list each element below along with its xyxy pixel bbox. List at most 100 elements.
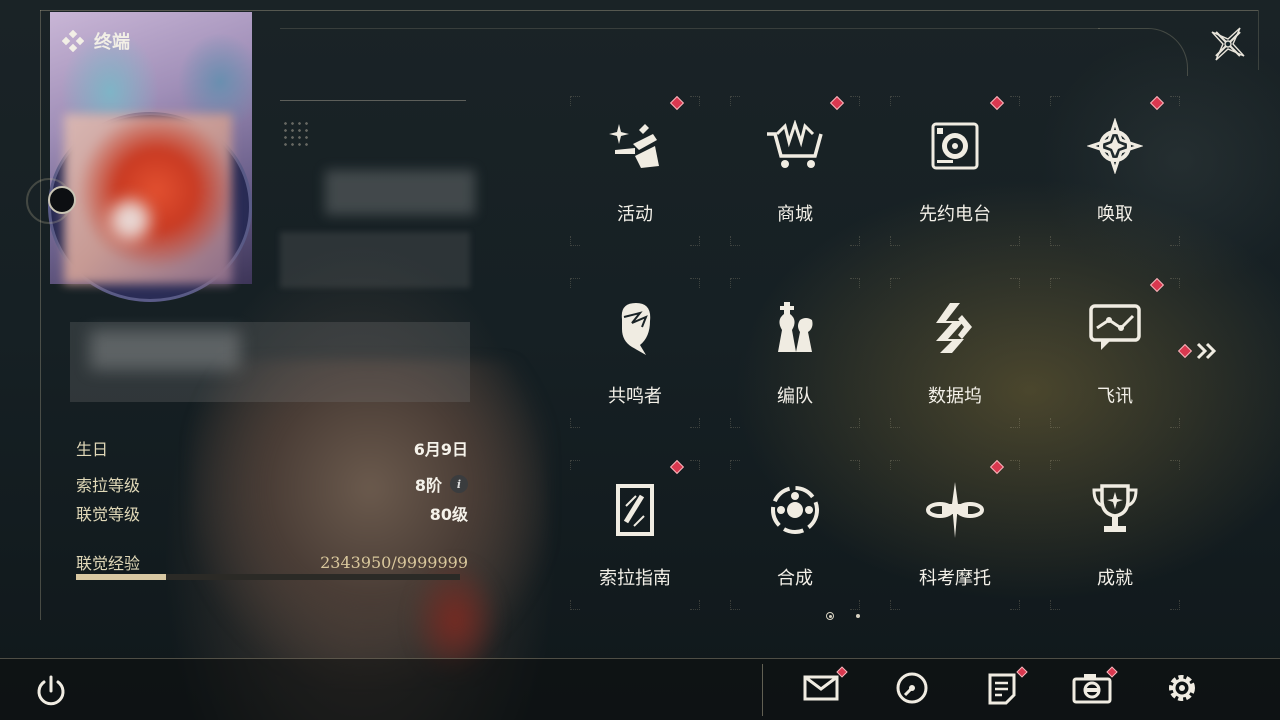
menu-item-corner — [1010, 236, 1020, 246]
info-value: 6月9日 — [413, 440, 468, 459]
bottom-bar-separator — [762, 664, 763, 716]
menu-item-8[interactable]: 飞讯 — [1050, 277, 1180, 428]
info-key: 联觉等级 — [76, 505, 141, 524]
clock-button[interactable] — [892, 670, 932, 710]
info-icon[interactable]: i — [450, 475, 468, 493]
power-icon[interactable] — [32, 672, 70, 710]
guide-book-icon — [595, 470, 675, 550]
menu-item-7[interactable]: 数据坞 — [890, 278, 1020, 428]
menu-item-corner — [1050, 236, 1060, 246]
frame-line-inner — [280, 28, 1100, 29]
chess-pieces-icon — [755, 288, 835, 368]
menu-item-corner — [1010, 278, 1020, 288]
menu-item-corner — [850, 460, 860, 470]
menu-item-3[interactable]: 先约电台 — [890, 95, 1020, 246]
radio-turntable-icon — [915, 106, 995, 186]
menu-item-corner — [890, 278, 900, 288]
menu-item-corner — [850, 236, 860, 246]
menu-item-label: 商城 — [777, 204, 813, 225]
double-chevron-right-icon — [1196, 342, 1217, 360]
player-name-redacted — [325, 170, 475, 215]
menu-item-label: 合成 — [777, 568, 813, 589]
menu-item-corner — [690, 236, 700, 246]
menu-item-label: 科考摩托 — [919, 568, 991, 589]
menu-item-1[interactable]: 活动 — [570, 95, 700, 246]
info-value: 80级 — [429, 505, 468, 524]
menu-item-corner — [890, 236, 900, 246]
player-id-redacted — [280, 232, 470, 288]
menu-item-corner — [1170, 460, 1180, 470]
chat-message-icon — [1075, 288, 1155, 368]
timeline-node-dot — [48, 186, 76, 214]
menu-item-corner — [730, 460, 740, 470]
menu-item-corner — [1050, 278, 1060, 288]
menu-item-corner — [850, 418, 860, 428]
next-page-button[interactable] — [1177, 338, 1222, 364]
menu-item-corner — [570, 418, 580, 428]
menu-item-corner — [850, 96, 860, 106]
menu-item-corner — [890, 96, 900, 106]
frame-line-top — [40, 10, 1258, 11]
menu-item-11[interactable]: 科考摩托 — [890, 459, 1020, 610]
menu-item-corner — [1050, 418, 1060, 428]
menu-item-corner — [890, 460, 900, 470]
menu-item-corner — [1050, 600, 1060, 610]
menu-item-10[interactable]: 合成 — [730, 460, 860, 610]
settings-gear-button[interactable] — [1162, 670, 1202, 710]
menu-item-corner — [690, 460, 700, 470]
menu-item-12[interactable]: 成就 — [1050, 460, 1180, 610]
menu-item-label: 飞讯 — [1097, 386, 1133, 407]
menu-item-corner — [730, 278, 740, 288]
shopping-cart-icon — [755, 106, 835, 186]
menu-item-9[interactable]: 索拉指南 — [570, 459, 700, 610]
info-row-sola-level: 索拉等级 8阶 i — [76, 472, 468, 496]
synthesis-icon — [755, 470, 835, 550]
frame-line-right — [1258, 10, 1259, 70]
menu-item-corner — [1170, 236, 1180, 246]
name-divider — [280, 100, 466, 101]
info-value: 2343950/9999999 — [320, 552, 468, 572]
menu-item-corner — [1170, 418, 1180, 428]
frame-line-left — [40, 10, 41, 620]
avatar-blur-highlight — [110, 200, 150, 240]
menu-item-corner — [1170, 278, 1180, 288]
exp-progress-fill — [76, 574, 166, 580]
menu-item-corner — [730, 418, 740, 428]
camera-icon — [1072, 672, 1112, 708]
diamond-cluster-icon — [62, 30, 84, 52]
menu-item-corner — [730, 600, 740, 610]
mail-button[interactable] — [802, 670, 842, 710]
page-dot-2[interactable] — [856, 614, 860, 618]
menu-item-corner — [690, 600, 700, 610]
menu-item-corner — [730, 236, 740, 246]
menu-item-label: 成就 — [1097, 568, 1133, 589]
menu-item-corner — [570, 278, 580, 288]
data-dock-icon — [915, 288, 995, 368]
character-head-icon — [595, 288, 675, 368]
notes-button[interactable] — [982, 670, 1022, 710]
menu-item-label: 索拉指南 — [599, 568, 671, 589]
menu-item-5[interactable]: 共鸣者 — [570, 278, 700, 428]
menu-item-2[interactable]: 商城 — [730, 95, 860, 246]
camera-button[interactable] — [1072, 670, 1112, 710]
close-icon[interactable] — [1206, 22, 1250, 66]
menu-item-corner — [570, 460, 580, 470]
menu-item-corner — [1010, 418, 1020, 428]
settings-gear-icon — [1164, 670, 1200, 710]
menu-item-6[interactable]: 编队 — [730, 278, 860, 428]
page-title: 终端 — [94, 32, 130, 53]
menu-item-corner — [1050, 96, 1060, 106]
info-key: 联觉经验 — [76, 554, 141, 573]
notification-badge — [1177, 343, 1193, 359]
menu-item-corner — [1010, 96, 1020, 106]
page-dot-1[interactable] — [826, 612, 834, 620]
info-row-birthday: 生日 6月9日 — [76, 436, 468, 460]
clock-icon — [895, 671, 929, 709]
info-row-union-level: 联觉等级 80级 — [76, 501, 468, 525]
menu-item-corner — [890, 418, 900, 428]
menu-item-4[interactable]: 唤取 — [1050, 95, 1180, 246]
avatar[interactable] — [64, 114, 232, 284]
menu-item-corner — [690, 418, 700, 428]
menu-item-label: 数据坞 — [928, 386, 982, 407]
menu-item-corner — [1170, 96, 1180, 106]
